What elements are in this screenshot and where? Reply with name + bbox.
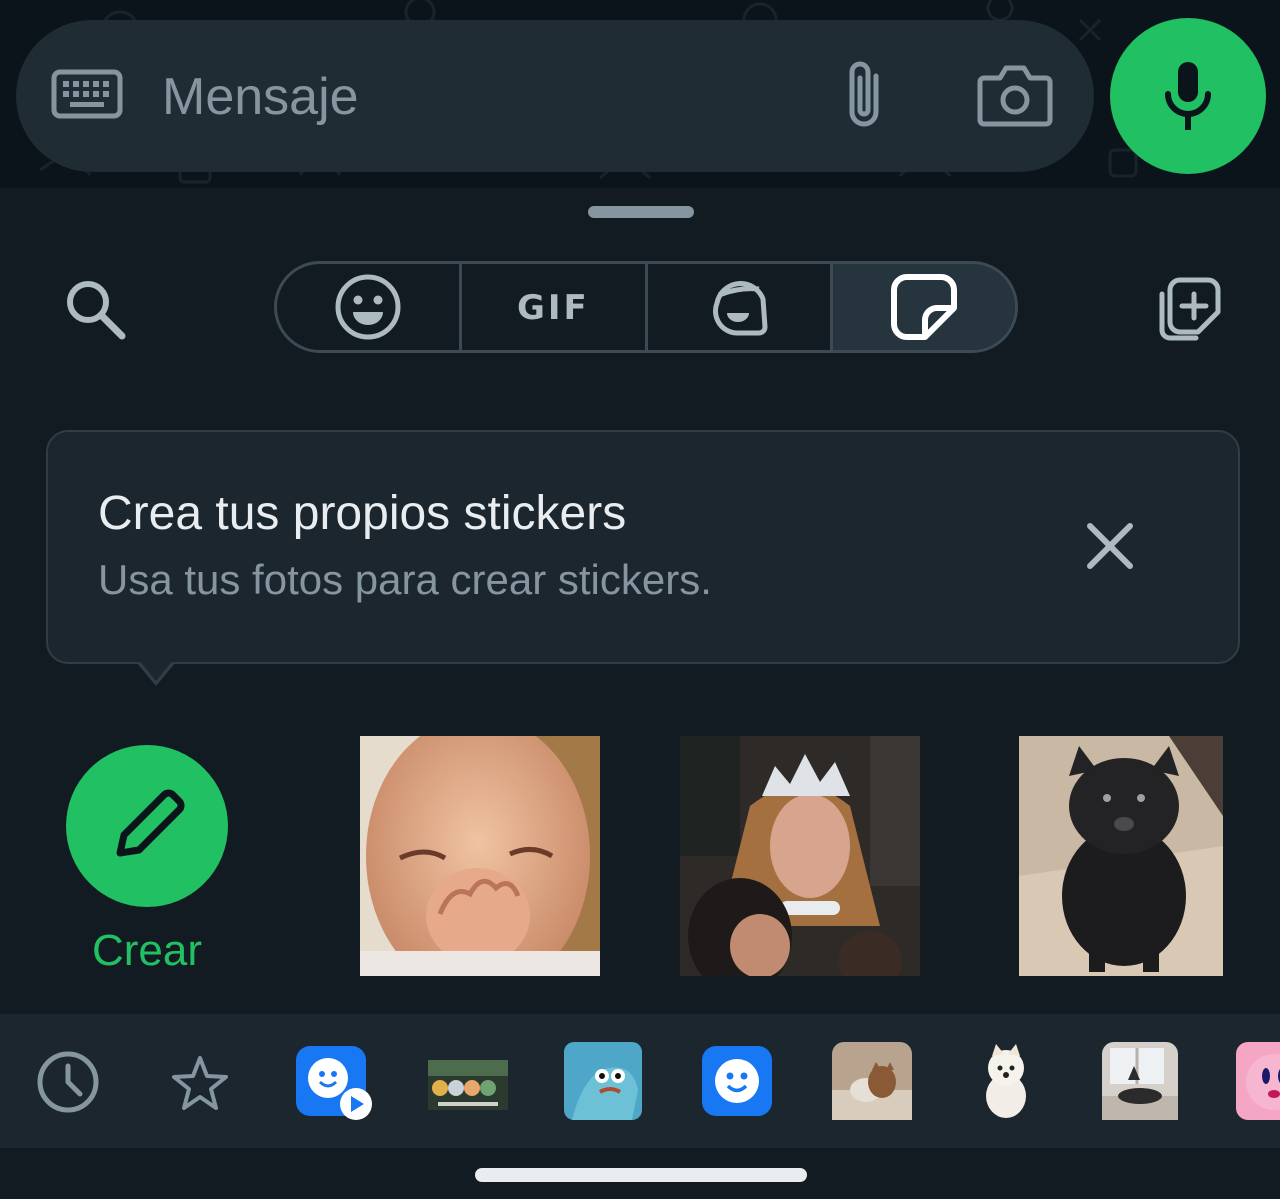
cats-pack[interactable] — [832, 1040, 912, 1122]
tab-gif[interactable]: GIF — [462, 264, 648, 350]
search-icon[interactable] — [62, 276, 128, 342]
smiley-icon — [335, 274, 401, 340]
create-sticker-button[interactable] — [66, 745, 228, 907]
close-icon[interactable] — [1084, 520, 1136, 572]
tray-recent[interactable] — [30, 1040, 110, 1122]
tip-title: Crea tus propios stickers — [98, 487, 627, 540]
tip-pointer-fill — [139, 660, 173, 681]
add-sticker-pack-icon[interactable] — [1154, 274, 1224, 344]
cats-window-pack[interactable] — [1100, 1040, 1180, 1122]
smiley-pack[interactable] — [700, 1040, 780, 1122]
panel-drag-handle[interactable] — [588, 206, 694, 218]
tab-stickers[interactable] — [832, 264, 1015, 350]
gif-label: GIF — [516, 288, 590, 328]
paperclip-icon[interactable] — [836, 58, 896, 134]
keyboard-icon[interactable] — [50, 66, 124, 124]
pink-character-pack[interactable] — [1234, 1040, 1280, 1122]
microphone-button[interactable] — [1110, 18, 1266, 174]
baby-laughing-sticker[interactable] — [360, 736, 600, 976]
sticker-picker-screen: Mensaje GIF Crea tus propios stickers Us… — [0, 0, 1280, 1199]
sticker-icon — [890, 274, 957, 340]
tip-subtitle: Usa tus fotos para crear stickers. — [98, 556, 712, 603]
star-icon — [172, 1056, 228, 1110]
picker-tabs: GIF — [274, 261, 1018, 353]
white-dog-pack[interactable] — [966, 1040, 1046, 1122]
tab-emoji[interactable] — [277, 264, 463, 350]
clock-icon — [37, 1051, 99, 1113]
cartoon-group-pack[interactable] — [428, 1040, 508, 1122]
microphone-icon — [1165, 62, 1211, 130]
create-label[interactable]: Crear — [66, 926, 228, 976]
animated-smiley-pack[interactable] — [294, 1040, 374, 1122]
fish-cartoon-pack[interactable] — [562, 1040, 642, 1122]
avatar-icon — [712, 281, 768, 336]
home-indicator[interactable] — [475, 1168, 807, 1182]
message-placeholder[interactable]: Mensaje — [162, 62, 359, 132]
camera-icon[interactable] — [976, 62, 1054, 128]
create-stickers-tip — [46, 430, 1240, 664]
tab-avatar[interactable] — [648, 264, 833, 350]
pencil-icon — [116, 789, 185, 857]
black-dog-sticker[interactable] — [1019, 736, 1223, 976]
queen-with-tiara-sticker[interactable] — [680, 736, 920, 976]
tray-favorites[interactable] — [162, 1040, 242, 1122]
